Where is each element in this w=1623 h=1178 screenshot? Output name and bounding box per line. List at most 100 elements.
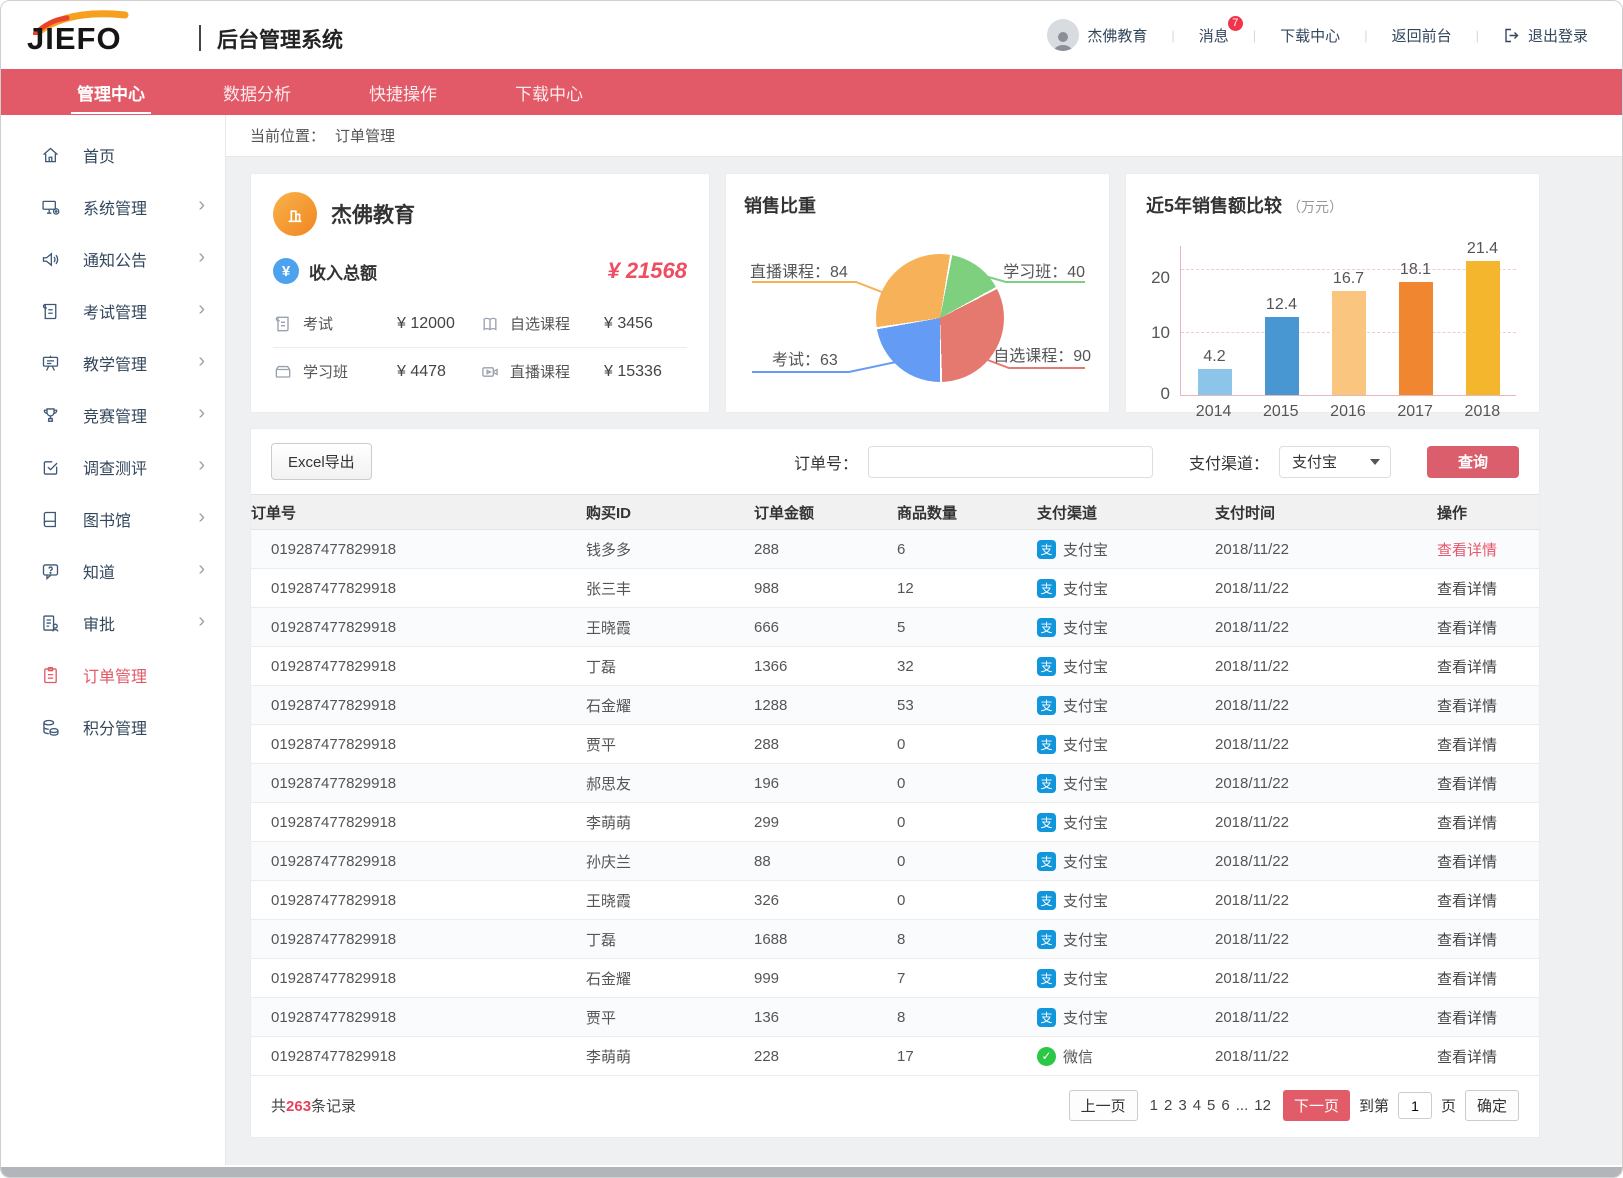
table-row: 019287477829918 贾平 136 8 支付宝 2018/11/22 …: [251, 998, 1539, 1037]
income-item-value: ¥ 4478: [397, 363, 446, 381]
chevron-down-icon: [1370, 459, 1380, 465]
chevron-right-icon: ›: [198, 195, 205, 215]
bar-value-label: 16.7: [1333, 270, 1364, 288]
column-header: 购买ID: [586, 502, 754, 523]
page-number[interactable]: 4: [1190, 1097, 1204, 1114]
top-header: JIEFO 后台管理系统 杰佛教育 | 消息 7 | 下载中心: [1, 1, 1622, 69]
order-no-label: 订单号：: [794, 450, 858, 474]
y-axis: 20 10 0: [1146, 246, 1180, 396]
person-icon: [1051, 29, 1075, 51]
view-detail-link[interactable]: 查看详情: [1437, 581, 1497, 598]
excel-export-button[interactable]: Excel导出: [271, 443, 372, 480]
messages-menu[interactable]: 消息 7: [1195, 25, 1233, 46]
view-detail-link[interactable]: 查看详情: [1437, 620, 1497, 637]
header-menu: 杰佛教育 | 消息 7 | 下载中心 | 返回前台 | 退出登录: [1043, 19, 1592, 51]
income-item-label: 学习班: [303, 361, 387, 382]
back-to-front-menu[interactable]: 返回前台: [1388, 25, 1456, 46]
pie-chart: 直播课程：84 学习班：40 考试：63 自选课程：90: [744, 220, 1091, 410]
page-number[interactable]: 3: [1175, 1097, 1189, 1114]
sidebar-item-home[interactable]: 首页 ›: [1, 129, 225, 181]
cell-amount: 136: [754, 1009, 897, 1026]
download-center-menu[interactable]: 下载中心: [1276, 25, 1344, 46]
cell-pay-channel: 支付宝: [1037, 1007, 1215, 1028]
sidebar-item-survey[interactable]: 调查测评 ›: [1, 441, 225, 493]
bar: [1265, 317, 1299, 395]
cell-pay-channel: 支付宝: [1037, 617, 1215, 638]
sidebar-item-system[interactable]: 系统管理 ›: [1, 181, 225, 233]
view-detail-link[interactable]: 查看详情: [1437, 737, 1497, 754]
income-item-label: 考试: [303, 313, 387, 334]
sidebar-item-library[interactable]: 图书馆 ›: [1, 493, 225, 545]
logout-menu[interactable]: 退出登录: [1499, 25, 1592, 46]
view-detail-link[interactable]: 查看详情: [1437, 1010, 1497, 1027]
view-detail-link[interactable]: 查看详情: [1437, 776, 1497, 793]
cell-buyer: 贾平: [586, 1007, 754, 1028]
view-detail-link[interactable]: 查看详情: [1437, 854, 1497, 871]
cell-quantity: 53: [897, 697, 1037, 714]
logo-divider: [199, 25, 201, 51]
search-button[interactable]: 查询: [1427, 446, 1519, 478]
confirm-button[interactable]: 确定: [1465, 1090, 1519, 1121]
sidebar-item-teaching[interactable]: 教学管理 ›: [1, 337, 225, 389]
nav-item-1[interactable]: 数据分析: [217, 71, 297, 114]
sales-share-card: 销售比重 直播课程：84 学习班：40 考试：63: [725, 173, 1110, 413]
page-number[interactable]: 5: [1204, 1097, 1218, 1114]
view-detail-link[interactable]: 查看详情: [1437, 659, 1497, 676]
page-number[interactable]: ...: [1233, 1097, 1252, 1114]
income-item-class: 学习班 ¥ 4478: [273, 361, 480, 382]
income-item-live: 直播课程 ¥ 15336: [480, 361, 687, 382]
cell-pay-channel: 支付宝: [1037, 539, 1215, 560]
order-no-input[interactable]: [868, 446, 1153, 478]
page-number[interactable]: 2: [1161, 1097, 1175, 1114]
pay-channel-name: 支付宝: [1063, 617, 1108, 638]
income-item-label: 自选课程: [510, 313, 594, 334]
open-book-icon: [480, 314, 500, 334]
sidebar-item-label: 订单管理: [83, 663, 147, 687]
menu-separator: |: [1171, 28, 1174, 43]
next-page-button[interactable]: 下一页: [1283, 1090, 1350, 1121]
view-detail-link[interactable]: 查看详情: [1437, 971, 1497, 988]
goto-page-input[interactable]: [1398, 1092, 1432, 1119]
user-menu[interactable]: 杰佛教育: [1043, 19, 1151, 51]
cell-amount: 666: [754, 619, 897, 636]
view-detail-link[interactable]: 查看详情: [1437, 932, 1497, 949]
sidebar-item-knowledge[interactable]: 知道 ›: [1, 545, 225, 597]
cell-amount: 1288: [754, 697, 897, 714]
sidebar-item-label: 图书馆: [83, 507, 131, 531]
cell-order-no: 019287477829918: [251, 580, 586, 597]
table-row: 019287477829918 李萌萌 299 0 支付宝 2018/11/22…: [251, 803, 1539, 842]
view-detail-link[interactable]: 查看详情: [1437, 815, 1497, 832]
pay-channel-select[interactable]: 支付宝: [1279, 446, 1391, 478]
sidebar-item-competition[interactable]: 竞赛管理 ›: [1, 389, 225, 441]
cell-quantity: 8: [897, 931, 1037, 948]
teaching-board-icon: [39, 352, 61, 374]
cell-amount: 288: [754, 541, 897, 558]
nav-item-2[interactable]: 快捷操作: [363, 71, 443, 114]
pie-graphic: [876, 254, 1004, 382]
cell-order-no: 019287477829918: [251, 541, 586, 558]
cell-buyer: 贾平: [586, 734, 754, 755]
view-detail-link[interactable]: 查看详情: [1437, 1049, 1497, 1066]
view-detail-link[interactable]: 查看详情: [1437, 542, 1497, 559]
page-number[interactable]: 12: [1251, 1097, 1274, 1114]
cell-order-no: 019287477829918: [251, 1009, 586, 1026]
sidebar-item-approval[interactable]: 审批 ›: [1, 597, 225, 649]
payment-icon: [1037, 813, 1056, 832]
sidebar-item-orders[interactable]: 订单管理 ›: [1, 649, 225, 701]
prev-page-button[interactable]: 上一页: [1069, 1090, 1138, 1121]
y-tick-0: 0: [1161, 384, 1170, 404]
sidebar-item-points[interactable]: 积分管理 ›: [1, 701, 225, 753]
organization-icon: [273, 192, 317, 236]
sidebar-item-notice[interactable]: 通知公告 ›: [1, 233, 225, 285]
column-header: 支付渠道: [1037, 502, 1215, 523]
nav-item-0[interactable]: 管理中心: [71, 71, 151, 114]
nav-item-3[interactable]: 下载中心: [509, 71, 589, 114]
table-row: 019287477829918 王晓霞 666 5 支付宝 2018/11/22…: [251, 608, 1539, 647]
cell-pay-time: 2018/11/22: [1215, 580, 1437, 597]
page-number[interactable]: 6: [1218, 1097, 1232, 1114]
sidebar-item-exam[interactable]: 考试管理 ›: [1, 285, 225, 337]
chevron-right-icon: ›: [198, 507, 205, 527]
page-number[interactable]: 1: [1147, 1097, 1161, 1114]
view-detail-link[interactable]: 查看详情: [1437, 893, 1497, 910]
view-detail-link[interactable]: 查看详情: [1437, 698, 1497, 715]
